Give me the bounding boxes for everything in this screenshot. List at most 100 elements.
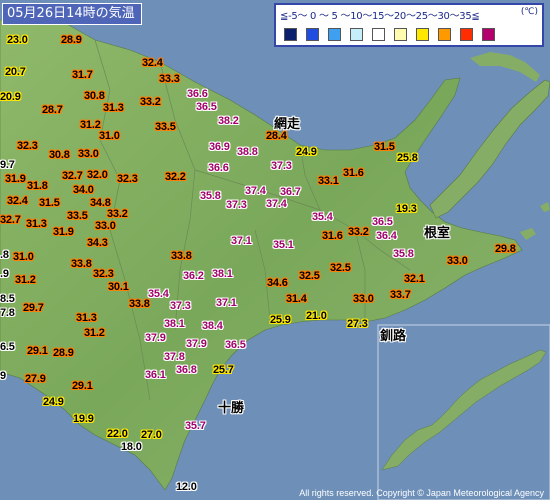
- legend-swatch: [438, 28, 451, 41]
- temperature-label: 6.5: [0, 341, 15, 353]
- temperature-label: 31.2: [80, 119, 101, 131]
- temperature-label: 32.5: [299, 270, 320, 282]
- temperature-label: 33.7: [390, 289, 411, 301]
- temperature-label: 36.4: [376, 230, 397, 242]
- temperature-label: 33.0: [353, 293, 374, 305]
- legend-swatch: [394, 28, 407, 41]
- temperature-label: 35.4: [148, 288, 169, 300]
- temperature-label: 32.0: [87, 169, 108, 181]
- temperature-label: 31.0: [13, 251, 34, 263]
- temperature-label: 37.4: [266, 198, 287, 210]
- copyright-notice: All rights reserved. Copyright © Japan M…: [299, 488, 544, 498]
- temperature-label: 37.3: [170, 300, 191, 312]
- temperature-label: 36.2: [183, 270, 204, 282]
- temperature-label: 19.9: [73, 413, 94, 425]
- temperature-label: 33.0: [95, 220, 116, 232]
- temperature-label: 30.8: [84, 90, 105, 102]
- temperature-label: 38.4: [202, 320, 223, 332]
- temperature-label: 31.6: [322, 230, 343, 242]
- temperature-label: 32.7: [0, 214, 21, 226]
- temperature-label: 30.8: [49, 149, 70, 161]
- temperature-label: .9: [0, 268, 9, 280]
- temperature-label: 8.5: [0, 293, 15, 305]
- temperature-label: 18.0: [121, 441, 142, 453]
- temperature-label: 35.8: [200, 190, 221, 202]
- temperature-label: 33.0: [78, 148, 99, 160]
- place-abashiri: 網走: [274, 117, 301, 132]
- legend-swatch: [306, 28, 319, 41]
- temperature-label: 31.4: [286, 293, 307, 305]
- temperature-label: 36.8: [176, 364, 197, 376]
- temperature-label: 31.3: [76, 312, 97, 324]
- temperature-label: 7.8: [0, 307, 15, 319]
- temperature-label: 35.1: [273, 239, 294, 251]
- temperature-label: 29.1: [72, 380, 93, 392]
- temperature-label: .8: [0, 249, 9, 261]
- temperature-label: 28.9: [53, 347, 74, 359]
- place-tokachi: 十勝: [218, 401, 245, 416]
- temperature-label: 38.1: [164, 318, 185, 330]
- temperature-label: 9.7: [0, 159, 15, 171]
- legend-unit: (℃): [520, 7, 538, 17]
- temperature-label: 32.4: [7, 195, 28, 207]
- temperature-label: 27.9: [25, 373, 46, 385]
- legend-swatch: [328, 28, 341, 41]
- temperature-label: 27.3: [347, 318, 368, 330]
- legend-swatch: [350, 28, 363, 41]
- temperature-label: 29.8: [495, 243, 516, 255]
- temperature-label: 21.0: [306, 310, 327, 322]
- legend-swatches: [284, 28, 495, 41]
- temperature-label: 36.6: [187, 88, 208, 100]
- temperature-label: 20.9: [0, 91, 21, 103]
- temperature-label: 37.4: [245, 185, 266, 197]
- temperature-label: 32.2: [165, 171, 186, 183]
- temperature-label: 35.7: [185, 420, 206, 432]
- temperature-label: 31.7: [72, 69, 93, 81]
- temperature-label: 36.7: [280, 186, 301, 198]
- temperature-label: 33.5: [155, 121, 176, 133]
- temperature-label: 31.6: [343, 167, 364, 179]
- temperature-label: 33.0: [447, 255, 468, 267]
- temperature-label: 24.9: [296, 146, 317, 158]
- temperature-label: 38.8: [237, 146, 258, 158]
- temperature-label: 25.9: [270, 314, 291, 326]
- map-title: 05月26日14時の気温: [2, 3, 142, 25]
- temperature-label: 28.7: [42, 104, 63, 116]
- temperature-label: 32.5: [330, 262, 351, 274]
- temperature-label: 23.0: [7, 34, 28, 46]
- temperature-label: 32.3: [93, 268, 114, 280]
- temperature-label: 33.8: [171, 250, 192, 262]
- temperature-label: 38.1: [212, 268, 233, 280]
- temperature-label: 33.1: [318, 175, 339, 187]
- legend-swatch: [372, 28, 385, 41]
- temperature-label: 37.8: [164, 351, 185, 363]
- temperature-label: 32.3: [117, 173, 138, 185]
- temperature-label: 20.7: [5, 66, 26, 78]
- temperature-label: 32.4: [142, 57, 163, 69]
- temperature-label: 33.2: [348, 226, 369, 238]
- temperature-label: 36.6: [208, 162, 229, 174]
- legend-swatch: [460, 28, 473, 41]
- temperature-label: 34.0: [73, 184, 94, 196]
- temperature-legend: ≦-5～ 0 ～ 5 ～10～15～20～25～30～35≦ (℃): [274, 3, 544, 47]
- temperature-label: 31.2: [15, 274, 36, 286]
- temperature-label: 36.5: [196, 101, 217, 113]
- legend-swatch: [416, 28, 429, 41]
- temperature-label: 36.5: [372, 216, 393, 228]
- temperature-label: 29.7: [23, 302, 44, 314]
- temperature-label: 37.1: [216, 297, 237, 309]
- temperature-label: 22.0: [107, 428, 128, 440]
- temperature-label: 30.1: [108, 281, 129, 293]
- temperature-label: 29.1: [27, 345, 48, 357]
- temperature-label: 32.3: [17, 140, 38, 152]
- temperature-label: 36.5: [225, 339, 246, 351]
- temperature-label: 34.3: [87, 237, 108, 249]
- temperature-label: 31.5: [374, 141, 395, 153]
- temperature-label: 35.8: [393, 248, 414, 260]
- temperature-label: 37.9: [186, 338, 207, 350]
- temperature-label: 33.2: [107, 208, 128, 220]
- temperature-label: 25.7: [213, 364, 234, 376]
- temperature-label: 12.0: [176, 481, 197, 493]
- temperature-label: 33.3: [159, 73, 180, 85]
- temperature-label: 36.1: [145, 369, 166, 381]
